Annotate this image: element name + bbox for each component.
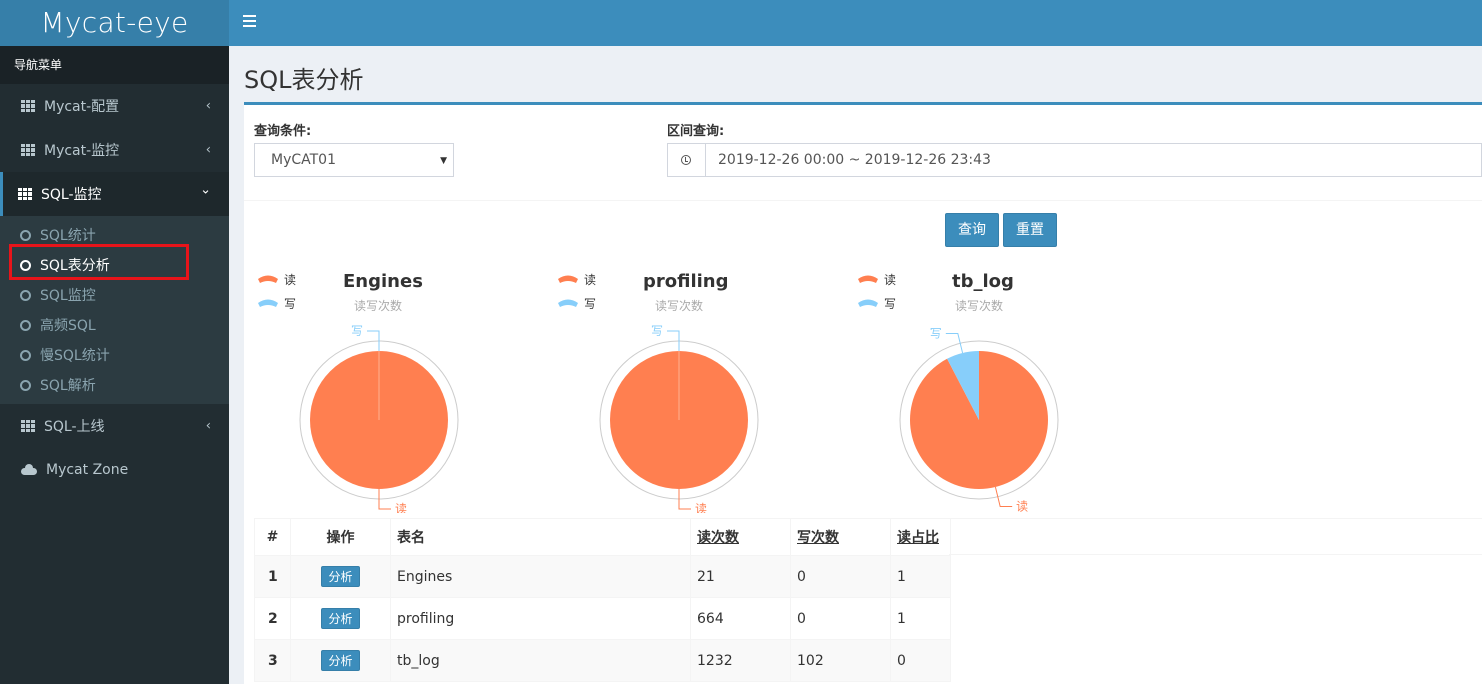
table-analysis-table: # 操作 表名 读次数 写次数 读占比 1 分析 Engines 21 0 1 … bbox=[254, 518, 951, 682]
pie-chart-engines: 读 写 Engines 读写次数 读写 bbox=[244, 263, 544, 513]
row-read-ratio: 1 bbox=[890, 597, 951, 640]
caret-down-icon: ▼ bbox=[440, 156, 447, 166]
th-grid-icon bbox=[21, 100, 35, 112]
submenu-item-sql-monitor[interactable]: SQL监控 bbox=[0, 280, 229, 310]
table-header-extension bbox=[949, 518, 1482, 555]
highlight-annotation bbox=[9, 244, 189, 280]
row-read-ratio: 0 bbox=[890, 639, 951, 682]
sidebar-item-label: SQL-上线 bbox=[44, 419, 105, 435]
pie-label: 读 bbox=[1016, 499, 1028, 513]
table-row: 3 分析 tb_log 1232 102 0 bbox=[254, 639, 951, 682]
col-header-reads[interactable]: 读次数 bbox=[690, 518, 791, 556]
reset-button[interactable]: 重置 bbox=[1003, 213, 1057, 247]
submenu-item-label: SQL监控 bbox=[40, 288, 96, 304]
content-box: 查询条件: MyCAT01 ▼ 区间查询: 2019-12-26 00:00 ~… bbox=[244, 102, 1482, 684]
pie-label-line bbox=[945, 333, 964, 354]
instance-select[interactable]: MyCAT01 ▼ bbox=[254, 143, 454, 177]
row-reads: 664 bbox=[690, 597, 791, 640]
row-action-cell: 分析 bbox=[290, 597, 391, 640]
pie-label: 写 bbox=[651, 324, 663, 338]
col-header-index: # bbox=[254, 518, 291, 556]
row-index: 2 bbox=[254, 597, 291, 640]
row-writes: 102 bbox=[790, 639, 891, 682]
chevron-left-icon: ‹ bbox=[205, 418, 211, 434]
sidebar-item-label: Mycat Zone bbox=[46, 462, 129, 478]
analyze-button[interactable]: 分析 bbox=[321, 650, 360, 671]
menu-toggle-icon[interactable] bbox=[243, 15, 256, 27]
sidebar-item-label: SQL-监控 bbox=[41, 187, 102, 203]
col-header-writes[interactable]: 写次数 bbox=[790, 518, 891, 556]
sidebar-item-label: Mycat-监控 bbox=[44, 143, 120, 159]
chevron-left-icon: ‹ bbox=[205, 142, 211, 158]
sidebar: Mycat-eye 导航菜单 Mycat-配置 ‹ Mycat-监控 ‹ SQL… bbox=[0, 0, 229, 684]
date-range-value: 2019-12-26 00:00 ~ 2019-12-26 23:43 bbox=[718, 152, 991, 168]
pie-svg: 读写 bbox=[899, 327, 1059, 513]
circle-icon bbox=[20, 289, 31, 301]
analyze-button[interactable]: 分析 bbox=[321, 566, 360, 587]
pie-svg: 读写 bbox=[299, 324, 459, 513]
search-button[interactable]: 查询 bbox=[945, 213, 999, 247]
row-writes: 0 bbox=[790, 597, 891, 640]
divider bbox=[244, 200, 1482, 201]
sidebar-item-mycat-config[interactable]: Mycat-配置 ‹ bbox=[0, 84, 229, 128]
th-grid-icon bbox=[18, 188, 32, 200]
table-row: 2 分析 profiling 664 0 1 bbox=[254, 597, 951, 640]
sidebar-item-sql-monitor[interactable]: SQL-监控 ⌄ bbox=[0, 172, 229, 216]
row-action-cell: 分析 bbox=[290, 555, 391, 598]
pie-label: 写 bbox=[351, 324, 363, 338]
circle-icon bbox=[20, 379, 31, 391]
pie-label-line bbox=[994, 486, 1013, 507]
row-writes: 0 bbox=[790, 555, 891, 598]
table-row: 1 分析 Engines 21 0 1 bbox=[254, 555, 951, 598]
instance-select-value: MyCAT01 bbox=[271, 152, 336, 168]
th-grid-icon bbox=[21, 420, 35, 432]
row-read-ratio: 1 bbox=[890, 555, 951, 598]
row-table-name: profiling bbox=[390, 597, 691, 640]
app-logo[interactable]: Mycat-eye bbox=[0, 0, 229, 46]
submenu-item-label: 慢SQL统计 bbox=[40, 348, 110, 364]
circle-icon bbox=[20, 349, 31, 361]
submenu-item-label: SQL解析 bbox=[40, 378, 96, 394]
col-header-read-ratio[interactable]: 读占比 bbox=[890, 518, 951, 556]
row-reads: 1232 bbox=[690, 639, 791, 682]
row-index: 3 bbox=[254, 639, 291, 682]
submenu-item-label: SQL统计 bbox=[40, 228, 96, 244]
sidebar-item-sql-online[interactable]: SQL-上线 ‹ bbox=[0, 404, 229, 448]
analyze-button[interactable]: 分析 bbox=[321, 608, 360, 629]
row-index: 1 bbox=[254, 555, 291, 598]
top-navbar bbox=[229, 0, 1482, 46]
submenu-item-slow-sql-stats[interactable]: 慢SQL统计 bbox=[0, 340, 229, 370]
pie-label: 写 bbox=[930, 327, 942, 341]
pie-svg: 读写 bbox=[599, 324, 759, 513]
pie-label: 读 bbox=[695, 502, 707, 513]
page-title: SQL表分析 bbox=[244, 66, 364, 94]
date-range-input[interactable]: 2019-12-26 00:00 ~ 2019-12-26 23:43 bbox=[667, 143, 1482, 177]
col-header-table-name: 表名 bbox=[390, 518, 691, 556]
th-grid-icon bbox=[21, 144, 35, 156]
query-condition-label: 查询条件: bbox=[254, 124, 312, 139]
circle-icon bbox=[20, 229, 31, 241]
submenu-item-sql-parse[interactable]: SQL解析 bbox=[0, 370, 229, 400]
submenu-item-label: 高频SQL bbox=[40, 318, 96, 334]
nav-header: 导航菜单 bbox=[0, 46, 229, 84]
table-header-row: # 操作 表名 读次数 写次数 读占比 bbox=[254, 518, 951, 556]
circle-icon bbox=[20, 319, 31, 331]
cloud-icon bbox=[21, 464, 37, 475]
clock-icon bbox=[668, 144, 706, 176]
pie-chart-profiling: 读 写 profiling 读写次数 读写 bbox=[544, 263, 844, 513]
pie-chart-tb-log: 读 写 tb_log 读写次数 读写 bbox=[844, 263, 1144, 513]
sidebar-item-mycat-zone[interactable]: Mycat Zone bbox=[0, 448, 229, 492]
col-header-action: 操作 bbox=[290, 518, 391, 556]
sidebar-item-label: Mycat-配置 bbox=[44, 99, 120, 115]
range-query-label: 区间查询: bbox=[667, 124, 725, 139]
submenu-item-high-freq-sql[interactable]: 高频SQL bbox=[0, 310, 229, 340]
chevron-down-icon: ⌄ bbox=[200, 182, 211, 198]
row-action-cell: 分析 bbox=[290, 639, 391, 682]
sidebar-item-mycat-monitor[interactable]: Mycat-监控 ‹ bbox=[0, 128, 229, 172]
pie-label: 读 bbox=[395, 502, 407, 513]
row-table-name: tb_log bbox=[390, 639, 691, 682]
chevron-left-icon: ‹ bbox=[205, 98, 211, 114]
row-reads: 21 bbox=[690, 555, 791, 598]
row-table-name: Engines bbox=[390, 555, 691, 598]
